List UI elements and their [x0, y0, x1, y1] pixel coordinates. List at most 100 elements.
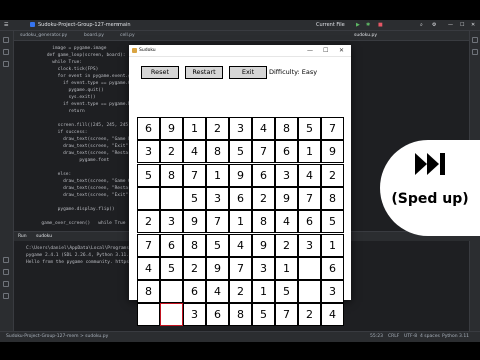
sudoku-cell[interactable]: 9: [160, 117, 183, 140]
project-title[interactable]: Sudoku-Project-Group-127-mem: [38, 20, 119, 30]
run-file-tab[interactable]: sudoku: [36, 232, 52, 241]
structure-tool-icon[interactable]: [3, 49, 9, 55]
sudoku-cell[interactable]: 4: [206, 280, 229, 304]
run-tab[interactable]: Run: [18, 232, 27, 241]
reset-button[interactable]: Reset: [141, 66, 179, 79]
sudoku-cell[interactable]: 6: [183, 280, 206, 304]
sudoku-cell[interactable]: 9: [275, 186, 298, 210]
sudoku-cell[interactable]: 5: [229, 140, 252, 164]
sudoku-cell[interactable]: 3: [137, 140, 160, 164]
git-tool-icon[interactable]: [3, 293, 9, 299]
sudoku-cell[interactable]: 4: [137, 256, 160, 280]
window-close-icon[interactable]: ✕: [339, 45, 344, 56]
sudoku-cell[interactable]: 5: [160, 256, 183, 280]
sudoku-cell[interactable]: 4: [252, 117, 275, 140]
sudoku-cell[interactable]: 4: [321, 303, 344, 327]
close-icon[interactable]: ✕: [471, 20, 475, 30]
sudoku-cell[interactable]: 2: [137, 210, 160, 234]
sudoku-cell[interactable]: 2: [160, 140, 183, 164]
terminal-tool-icon[interactable]: [3, 269, 9, 275]
sudoku-cell[interactable]: 2: [229, 280, 252, 304]
status-position[interactable]: 55:23: [370, 332, 383, 342]
sudoku-cell[interactable]: 2: [321, 163, 344, 187]
sudoku-cell[interactable]: 8: [160, 163, 183, 187]
sudoku-cell[interactable]: 8: [206, 140, 229, 164]
sudoku-cell[interactable]: 6: [298, 210, 321, 234]
tab-cell[interactable]: cell.py: [120, 31, 135, 40]
sudoku-cell[interactable]: 1: [252, 280, 275, 304]
database-icon[interactable]: [472, 49, 478, 55]
sudoku-cell[interactable]: 1: [206, 163, 229, 187]
sudoku-cell[interactable]: 5: [137, 163, 160, 187]
sudoku-cell[interactable]: 3: [183, 303, 206, 327]
sudoku-cell[interactable]: 7: [275, 303, 298, 327]
sudoku-cell[interactable]: 9: [183, 210, 206, 234]
sudoku-cell[interactable]: 4: [183, 140, 206, 164]
sudoku-cell[interactable]: 7: [183, 163, 206, 187]
sudoku-cell[interactable]: 2: [206, 117, 229, 140]
problems-tool-icon[interactable]: [3, 281, 9, 287]
status-breadcrumb[interactable]: Sudoku-Project-Group-127-mem > sudoku.py: [6, 332, 108, 342]
sudoku-cell[interactable]: 7: [298, 186, 321, 210]
vcs-branch[interactable]: main: [118, 20, 131, 30]
sudoku-cell[interactable]: 3: [160, 210, 183, 234]
sudoku-cell[interactable]: 7: [206, 210, 229, 234]
run-config-selector[interactable]: Current File: [316, 20, 345, 30]
run-icon[interactable]: ▶: [356, 20, 360, 30]
sudoku-cell[interactable]: 8: [183, 233, 206, 257]
maximize-icon[interactable]: ☐: [460, 20, 464, 30]
window-maximize-icon[interactable]: ☐: [323, 45, 328, 56]
sudoku-cell[interactable]: 7: [137, 233, 160, 257]
status-indent[interactable]: 4 spaces: [420, 332, 440, 342]
sudoku-cell[interactable]: 7: [229, 256, 252, 280]
minimize-icon[interactable]: —: [448, 20, 453, 30]
sudoku-cell[interactable]: 8: [321, 186, 344, 210]
sudoku-cell[interactable]: 5: [183, 186, 206, 210]
sudoku-cell[interactable]: 4: [275, 210, 298, 234]
sudoku-cell[interactable]: 2: [298, 303, 321, 327]
sudoku-cell[interactable]: 1: [298, 140, 321, 164]
sudoku-cell[interactable]: 8: [137, 280, 160, 304]
sudoku-cell[interactable]: 5: [252, 303, 275, 327]
sudoku-cell[interactable]: 3: [275, 163, 298, 187]
tab-sudoku-generator[interactable]: sudoku_generator.py: [20, 31, 67, 40]
sudoku-cell[interactable]: 2: [183, 256, 206, 280]
sudoku-cell[interactable]: [160, 303, 183, 327]
sudoku-cell[interactable]: 6: [160, 233, 183, 257]
sudoku-cell[interactable]: 3: [298, 233, 321, 257]
sudoku-cell[interactable]: 1: [229, 210, 252, 234]
sudoku-cell[interactable]: 5: [298, 117, 321, 140]
sudoku-cell[interactable]: 2: [275, 233, 298, 257]
status-interpreter[interactable]: Python 3.11: [442, 332, 469, 342]
sudoku-cell[interactable]: [160, 186, 183, 210]
sudoku-cell[interactable]: 9: [229, 163, 252, 187]
sudoku-cell[interactable]: 8: [252, 210, 275, 234]
sudoku-cell[interactable]: 4: [229, 233, 252, 257]
sudoku-cell[interactable]: 6: [137, 117, 160, 140]
sudoku-cell[interactable]: 3: [321, 280, 344, 304]
sudoku-cell[interactable]: 9: [206, 256, 229, 280]
sudoku-cell[interactable]: 1: [321, 233, 344, 257]
settings-icon[interactable]: ⚙: [432, 20, 436, 30]
run-tool-icon[interactable]: [3, 257, 9, 263]
project-tool-icon[interactable]: [3, 37, 9, 43]
sudoku-cell[interactable]: 7: [321, 117, 344, 140]
restart-button[interactable]: Restart: [185, 66, 223, 79]
plugins-tool-icon[interactable]: [3, 61, 9, 67]
sudoku-cell[interactable]: 4: [298, 163, 321, 187]
sudoku-cell[interactable]: 9: [252, 233, 275, 257]
notifications-icon[interactable]: [472, 37, 478, 43]
sudoku-cell[interactable]: 6: [229, 186, 252, 210]
sudoku-cell[interactable]: [160, 280, 183, 304]
sudoku-cell[interactable]: 6: [252, 163, 275, 187]
sudoku-cell[interactable]: [137, 186, 160, 210]
sudoku-cell[interactable]: 1: [183, 117, 206, 140]
sudoku-cell[interactable]: [298, 280, 321, 304]
sudoku-cell[interactable]: 5: [206, 233, 229, 257]
search-icon[interactable]: ⌕: [420, 20, 423, 30]
exit-button[interactable]: Exit: [229, 66, 267, 79]
status-line-ending[interactable]: CRLF: [388, 332, 399, 342]
sudoku-cell[interactable]: 1: [275, 256, 298, 280]
sudoku-cell[interactable]: 3: [206, 186, 229, 210]
status-encoding[interactable]: UTF-8: [404, 332, 417, 342]
